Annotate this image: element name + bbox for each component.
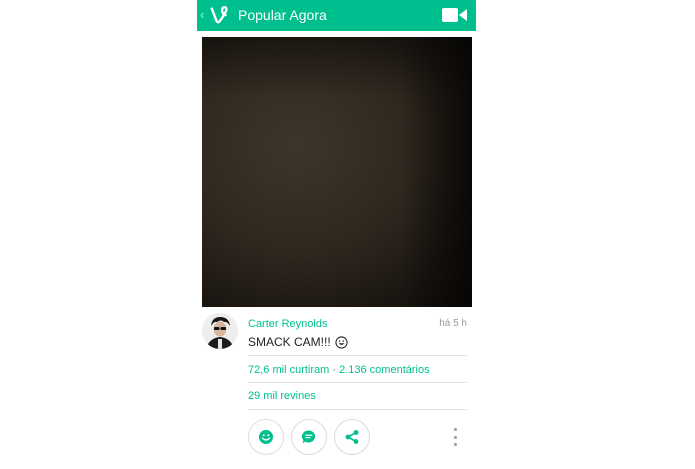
share-icon (345, 430, 359, 444)
chat-bubble-icon (302, 430, 316, 444)
smiley-icon (259, 430, 273, 444)
likes-count-link[interactable]: 72,6 mil curtiram (248, 364, 329, 376)
author-name-link[interactable]: Carter Reynolds (248, 318, 327, 331)
divider (248, 409, 467, 410)
like-button[interactable] (248, 419, 284, 455)
chevron-left-icon[interactable]: ‹ (200, 8, 204, 22)
video-player[interactable] (202, 37, 472, 307)
more-vertical-icon[interactable] (452, 428, 458, 446)
avatar-image (202, 313, 238, 349)
avatar[interactable] (202, 313, 238, 349)
share-button[interactable] (334, 419, 370, 455)
post-caption: SMACK CAM!!! (248, 335, 348, 349)
caption-text: SMACK CAM!!! (248, 335, 331, 349)
grinning-face-icon (335, 335, 348, 349)
post-stats: 72,6 mil curtiram · 2.136 comentários (248, 364, 430, 377)
video-frame-shadow (402, 37, 472, 307)
divider (248, 355, 467, 356)
vine-app-screen: ‹ Popular Agora Carter Reynolds há 5 h S… (197, 0, 476, 469)
divider (248, 382, 467, 383)
post-timestamp: há 5 h (439, 318, 467, 329)
app-bar: ‹ Popular Agora (197, 0, 476, 31)
revines-count-link[interactable]: 29 mil revines (248, 390, 316, 403)
stats-separator: · (332, 364, 337, 376)
vine-logo-icon[interactable] (209, 4, 231, 26)
dot (453, 428, 457, 431)
dot (453, 435, 457, 439)
comments-count-link[interactable]: 2.136 comentários (339, 364, 430, 376)
dot (453, 443, 457, 446)
page-title: Popular Agora (238, 7, 327, 23)
video-camera-icon[interactable] (441, 7, 468, 23)
comment-button[interactable] (291, 419, 327, 455)
